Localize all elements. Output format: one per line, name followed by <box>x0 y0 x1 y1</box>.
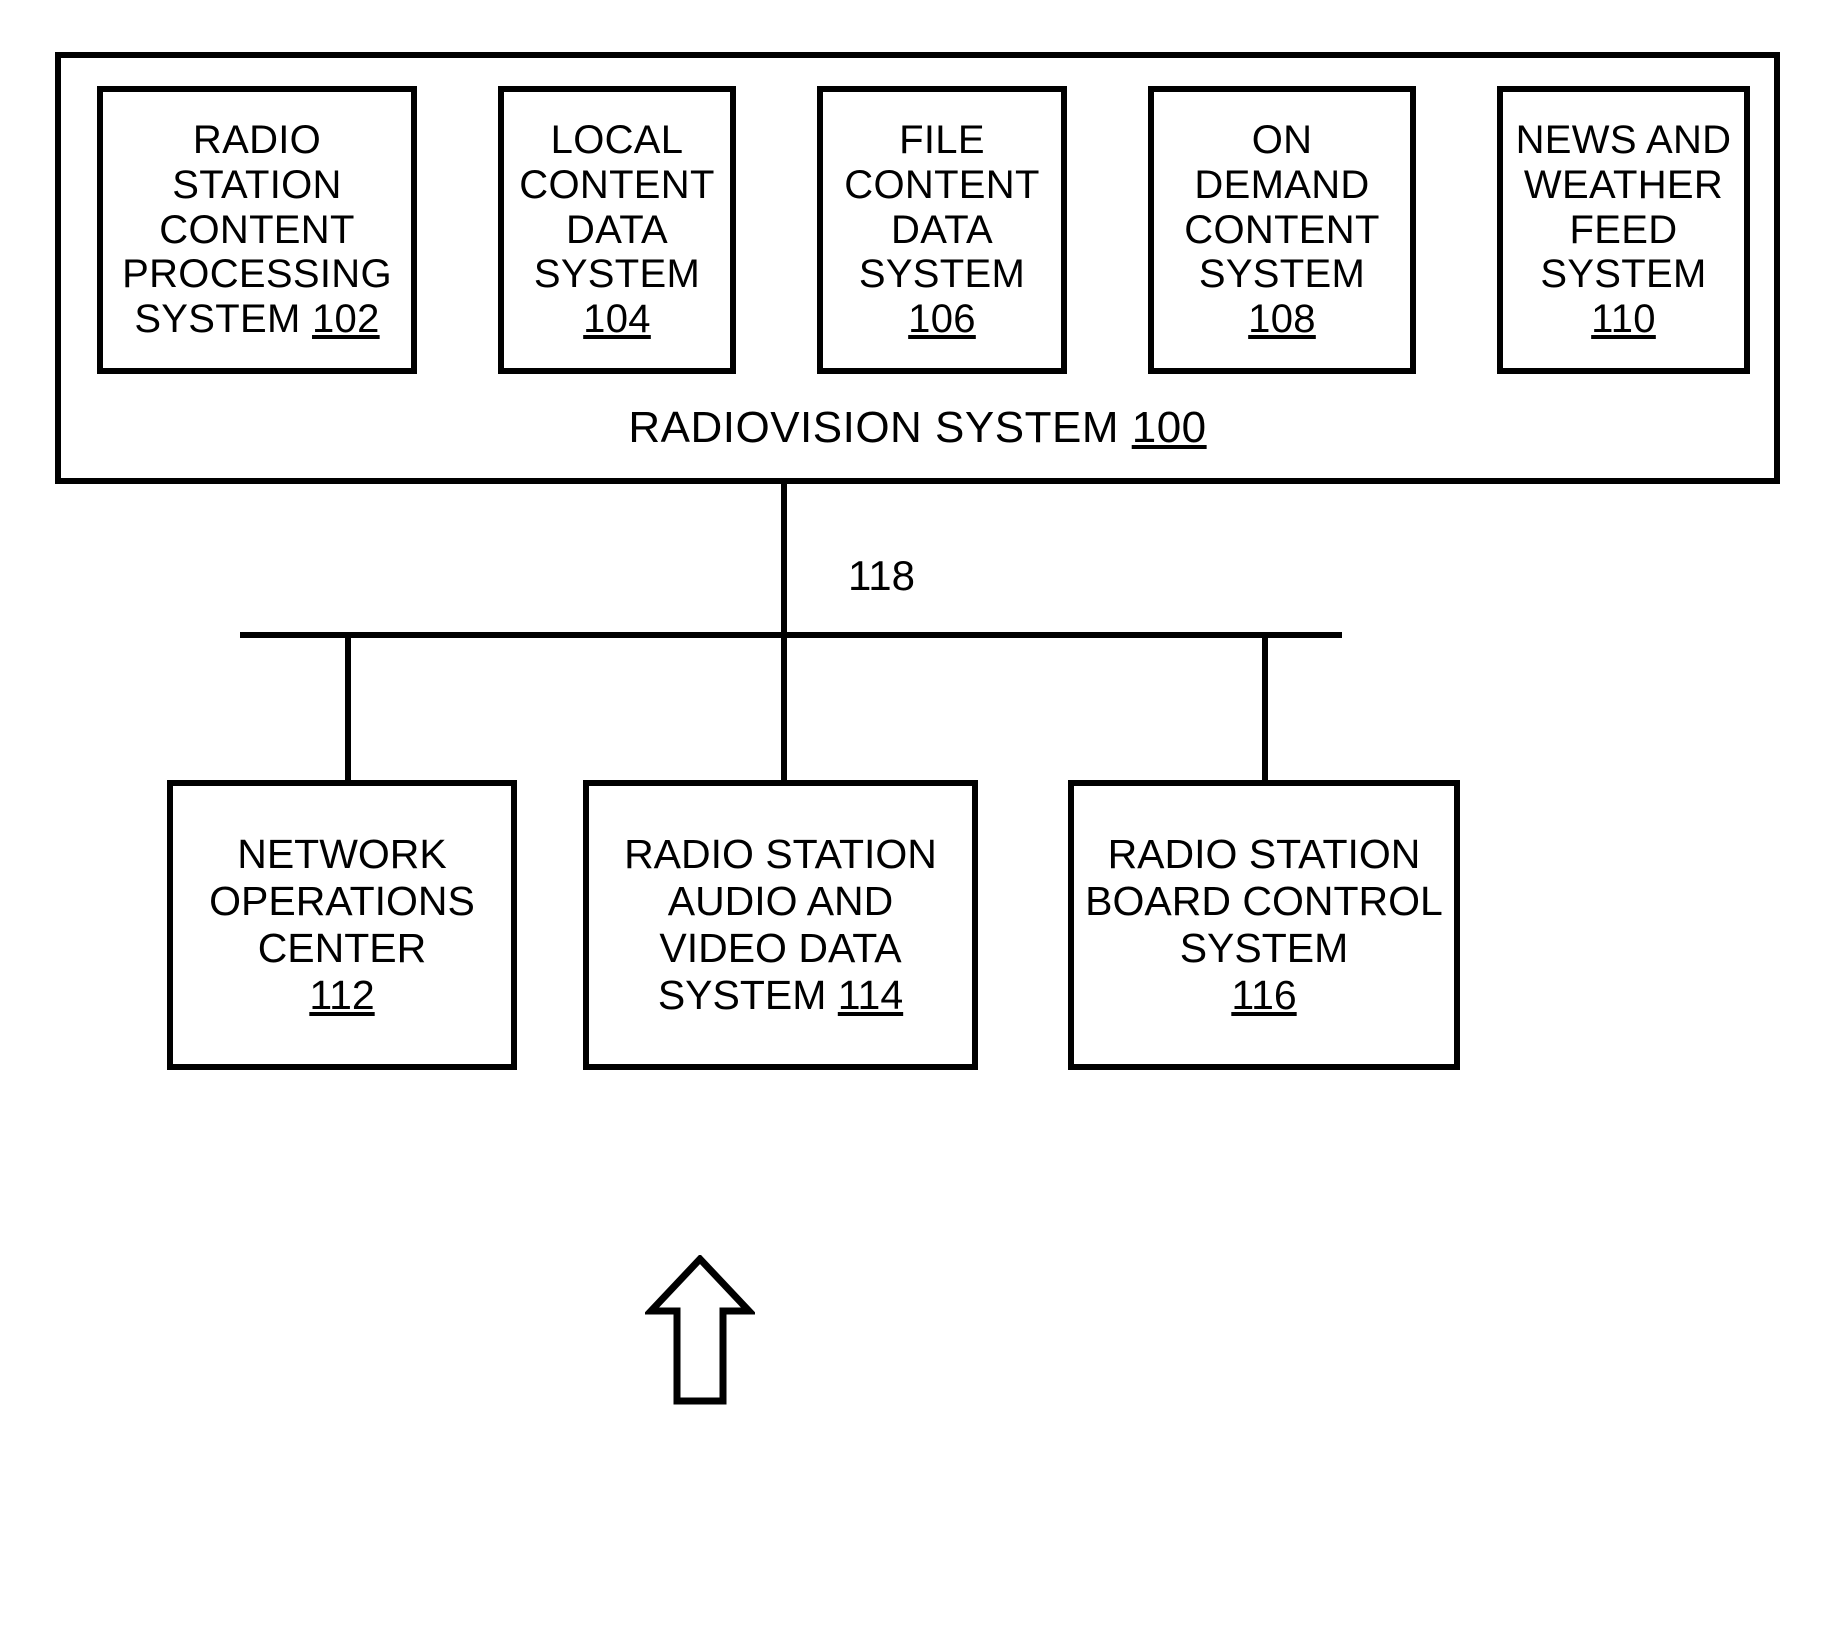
block-radio-station-content-processing-system: RADIO STATION CONTENT PROCESSING SYSTEM … <box>97 86 417 374</box>
connector-bus-to-board-control-system <box>1262 632 1268 782</box>
block-ref-112: 112 <box>309 972 375 1019</box>
block-label-110: NEWS AND WEATHER FEED SYSTEM 110 <box>1515 118 1732 342</box>
bus-line-118 <box>240 632 1342 638</box>
radiovision-system-box: RADIO STATION CONTENT PROCESSING SYSTEM … <box>55 52 1780 484</box>
block-ref-110: 110 <box>1591 297 1656 342</box>
block-label-114: RADIO STATION AUDIO AND VIDEO DATA SYSTE… <box>624 830 937 1019</box>
block-radio-station-board-control-system: RADIO STATION BOARD CONTROL SYSTEM 116 <box>1068 780 1460 1070</box>
bus-ref-118: 118 <box>848 552 915 599</box>
block-ref-114: 114 <box>837 972 904 1019</box>
block-local-content-data-system: LOCAL CONTENT DATA SYSTEM 104 <box>498 86 736 374</box>
up-arrow-icon <box>642 1253 758 1405</box>
radiovision-system-label: RADIOVISION SYSTEM 100 <box>628 403 1207 452</box>
patent-figure: RADIO STATION CONTENT PROCESSING SYSTEM … <box>0 0 1831 1646</box>
block-ref-116: 116 <box>1231 972 1297 1019</box>
block-label-108: ON DEMAND CONTENT SYSTEM 108 <box>1184 118 1380 342</box>
block-ref-102: 102 <box>312 297 380 342</box>
block-label-112: NETWORK OPERATIONS CENTER 112 <box>209 830 475 1019</box>
block-ref-104: 104 <box>583 297 651 342</box>
block-radio-station-audio-and-video-data-system: RADIO STATION AUDIO AND VIDEO DATA SYSTE… <box>583 780 978 1070</box>
block-ref-106: 106 <box>908 297 976 342</box>
block-label-104: LOCAL CONTENT DATA SYSTEM 104 <box>519 118 715 342</box>
block-label-116: RADIO STATION BOARD CONTROL SYSTEM 116 <box>1085 830 1443 1019</box>
connector-bus-to-radio-station-audio-video <box>781 632 787 782</box>
block-news-and-weather-feed-system: NEWS AND WEATHER FEED SYSTEM 110 <box>1497 86 1750 374</box>
block-ref-108: 108 <box>1248 297 1316 342</box>
connector-bus-to-network-operations-center <box>345 632 351 782</box>
block-label-106: FILE CONTENT DATA SYSTEM 106 <box>844 118 1040 342</box>
block-on-demand-content-system: ON DEMAND CONTENT SYSTEM 108 <box>1148 86 1416 374</box>
page-continuation-arrow <box>642 1253 758 1405</box>
block-network-operations-center: NETWORK OPERATIONS CENTER 112 <box>167 780 517 1070</box>
system-ref-100: 100 <box>1131 403 1207 452</box>
content-systems-row: RADIO STATION CONTENT PROCESSING SYSTEM … <box>97 86 1750 374</box>
connector-system-to-bus <box>781 484 787 636</box>
block-label-102: RADIO STATION CONTENT PROCESSING SYSTEM … <box>122 118 392 342</box>
block-file-content-data-system: FILE CONTENT DATA SYSTEM 106 <box>817 86 1067 374</box>
